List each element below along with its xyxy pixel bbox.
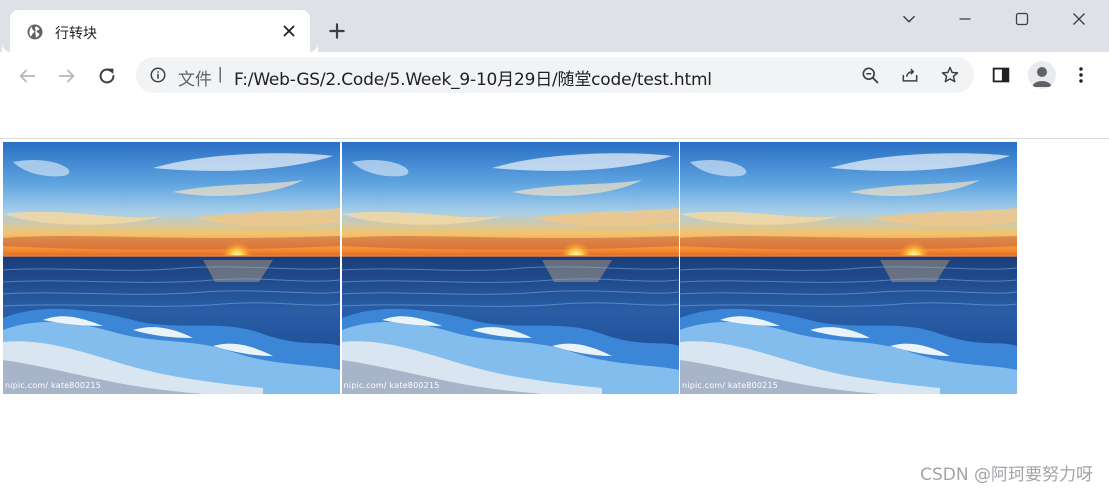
back-arrow-icon[interactable]	[16, 65, 38, 87]
info-icon[interactable]	[149, 66, 167, 84]
csdn-watermark: CSDN @阿珂要努力呀	[920, 465, 1093, 485]
new-tab-button[interactable]	[327, 21, 347, 41]
image-row: nipic.com/ kate800215 nipic.com/ kate800…	[3, 142, 1019, 394]
url-text[interactable]: F:/Web-GS/2.Code/5.Week_9-10月29日/随堂code/…	[234, 65, 712, 90]
bookmark-star-icon[interactable]	[940, 65, 960, 85]
side-panel-icon[interactable]	[990, 64, 1012, 86]
sunset-ocean-picture	[3, 142, 340, 394]
sunset-ocean-picture	[341, 142, 679, 394]
image-watermark: nipic.com/ kate800215	[682, 381, 779, 390]
address-bar[interactable]: 文件 | F:/Web-GS/2.Code/5.Week_9-10月29日/随堂…	[136, 57, 974, 93]
beach-sunset-image: nipic.com/ kate800215	[3, 142, 340, 394]
scheme-label: 文件	[178, 70, 212, 90]
image-watermark: nipic.com/ kate800215	[343, 381, 440, 390]
zoom-icon[interactable]	[860, 65, 880, 85]
profile-avatar[interactable]	[1028, 61, 1056, 89]
forward-arrow-icon[interactable]	[56, 65, 78, 87]
beach-sunset-image: nipic.com/ kate800215	[341, 142, 679, 394]
share-icon[interactable]	[900, 65, 920, 85]
close-window-button[interactable]	[1068, 8, 1090, 30]
close-tab-icon[interactable]	[280, 22, 298, 40]
tab-title: 行转块	[55, 26, 97, 42]
sunset-ocean-picture	[680, 142, 1017, 394]
maximize-button[interactable]	[1011, 8, 1033, 30]
title-bar: 行转块	[0, 0, 1109, 52]
image-watermark: nipic.com/ kate800215	[5, 381, 102, 390]
beach-sunset-image: nipic.com/ kate800215	[680, 142, 1017, 394]
scheme-separator: |	[218, 64, 223, 83]
browser-tab[interactable]: 行转块	[10, 10, 310, 52]
more-menu-icon[interactable]	[1070, 64, 1092, 86]
minimize-button[interactable]	[954, 8, 976, 30]
browser-toolbar: 文件 | F:/Web-GS/2.Code/5.Week_9-10月29日/随堂…	[0, 52, 1109, 139]
person-icon	[1032, 67, 1052, 87]
globe-icon	[27, 24, 43, 40]
reload-icon[interactable]	[96, 65, 118, 87]
page-content: nipic.com/ kate800215 nipic.com/ kate800…	[0, 139, 1109, 490]
tab-search-chevron-icon[interactable]	[898, 8, 920, 30]
